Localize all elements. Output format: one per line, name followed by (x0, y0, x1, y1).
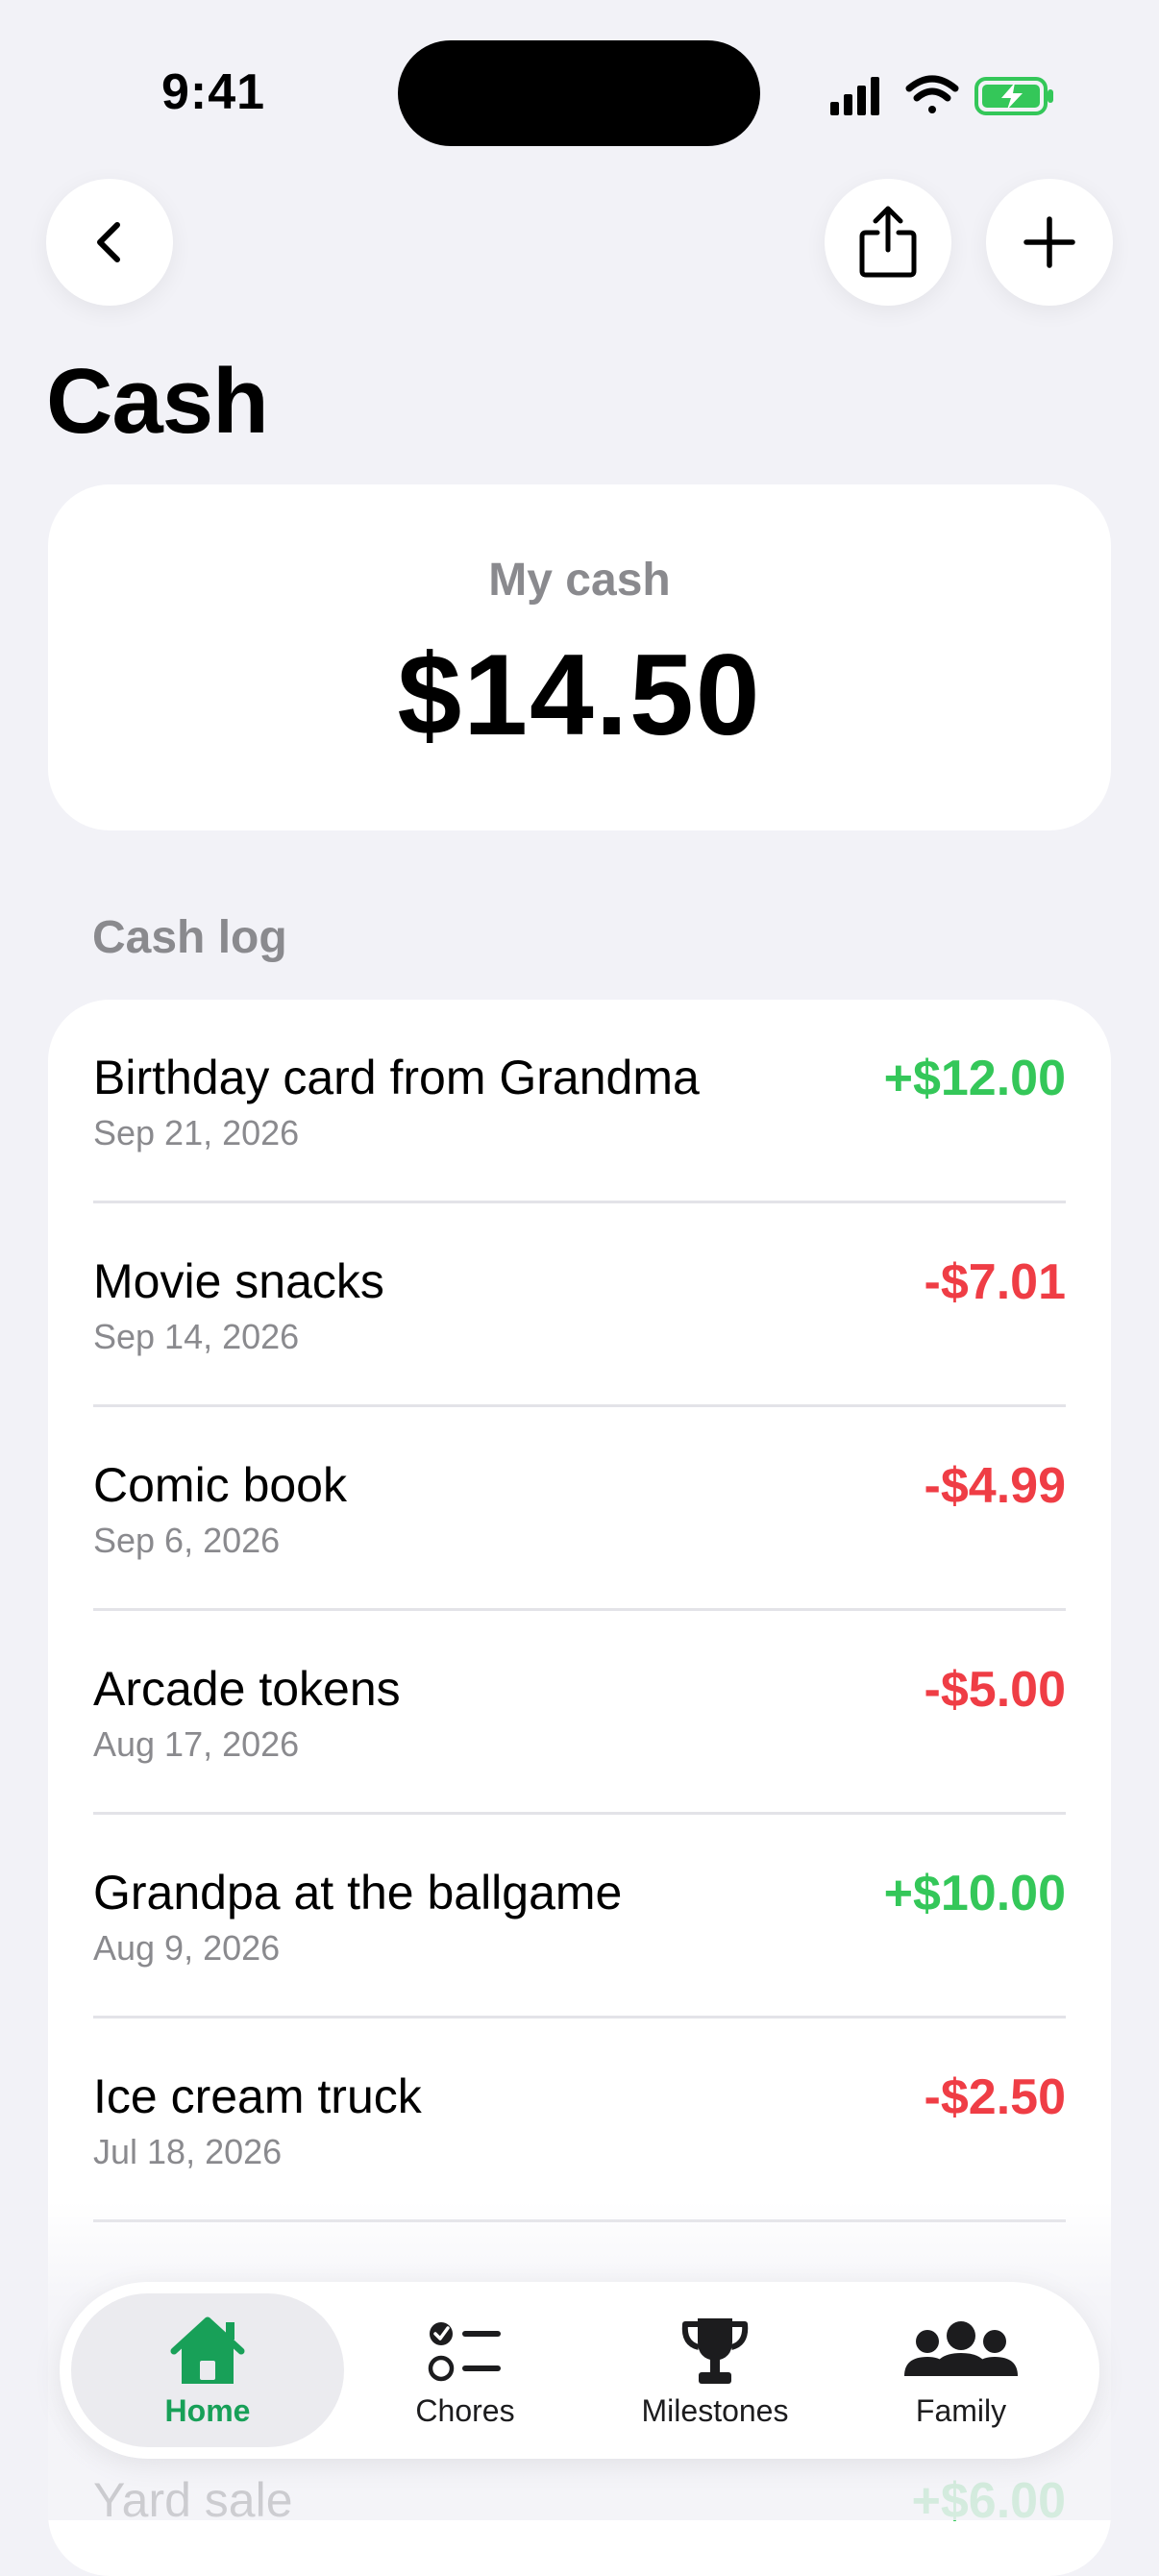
tab-label: Milestones (641, 2393, 789, 2428)
log-date: Sep 14, 2026 (93, 1317, 300, 1356)
tab-chores[interactable]: Chores (329, 2293, 602, 2447)
tab-home[interactable]: Home (71, 2293, 344, 2447)
share-icon (859, 206, 917, 278)
status-icons (830, 75, 1053, 115)
balance-value: $14.50 (397, 631, 762, 759)
log-amount: +$10.00 (883, 1866, 1066, 1921)
log-row[interactable]: Movie snacks Sep 14, 2026 -$7.01 (48, 1203, 1111, 1407)
tab-family[interactable]: Family (825, 2293, 1097, 2447)
log-amount: +$6.00 (911, 2473, 1067, 2529)
log-title: Movie snacks (93, 1254, 384, 1308)
log-date: Sep 6, 2026 (93, 1521, 281, 1560)
page-title: Cash (46, 350, 269, 453)
log-amount: -$5.00 (924, 1662, 1066, 1718)
share-button[interactable] (825, 179, 951, 306)
trophy-icon (681, 2318, 749, 2384)
log-title: Arcade tokens (93, 1662, 401, 1716)
home-icon (170, 2316, 245, 2384)
balance-label: My cash (488, 555, 671, 606)
log-amount: +$12.00 (883, 1051, 1066, 1106)
chevron-left-icon (97, 222, 120, 262)
log-date: Aug 17, 2026 (93, 1724, 300, 1764)
log-amount: -$2.50 (924, 2069, 1066, 2125)
log-title: Grandpa at the ballgame (93, 1866, 623, 1920)
status-time: 9:41 (161, 64, 266, 120)
log-title: Comic book (93, 1458, 347, 1512)
log-title: Birthday card from Grandma (93, 1051, 700, 1104)
log-title: Ice cream truck (93, 2069, 422, 2123)
cellular-signal-icon (830, 77, 879, 115)
log-date: Sep 21, 2026 (93, 1113, 300, 1152)
log-date: Aug 9, 2026 (93, 1928, 281, 1968)
log-amount: -$4.99 (924, 1458, 1066, 1514)
wifi-icon (905, 75, 959, 113)
add-button[interactable] (986, 179, 1113, 306)
log-amount: -$7.01 (924, 1254, 1066, 1310)
log-row[interactable]: Arcade tokens Aug 17, 2026 -$5.00 (48, 1611, 1111, 1815)
tab-milestones[interactable]: Milestones (579, 2293, 851, 2447)
divider (93, 2219, 1066, 2222)
tab-label: Home (164, 2393, 251, 2428)
back-button[interactable] (46, 179, 173, 306)
section-label-cash-log: Cash log (92, 912, 287, 963)
checklist-icon (428, 2322, 501, 2382)
log-row[interactable]: Ice cream truck Jul 18, 2026 -$2.50 (48, 2019, 1111, 2222)
plus-icon (1023, 216, 1075, 268)
tab-label: Chores (415, 2393, 515, 2428)
log-date: Jul 18, 2026 (93, 2132, 283, 2171)
log-row[interactable]: Comic book Sep 6, 2026 -$4.99 (48, 1407, 1111, 1611)
log-row[interactable]: Grandpa at the ballgame Aug 9, 2026 +$10… (48, 1815, 1111, 2019)
log-row[interactable]: Birthday card from Grandma Sep 21, 2026 … (48, 1000, 1111, 1203)
log-title: Yard sale (93, 2473, 293, 2527)
battery-charging-icon (974, 77, 1053, 115)
tab-bar: Home Chores Milestones Family (60, 2282, 1099, 2459)
people-icon (904, 2321, 1018, 2376)
dynamic-island (398, 40, 760, 146)
status-bar: 9:41 (0, 0, 1159, 183)
balance-card: My cash $14.50 (48, 484, 1111, 830)
tab-label: Family (915, 2393, 1007, 2428)
